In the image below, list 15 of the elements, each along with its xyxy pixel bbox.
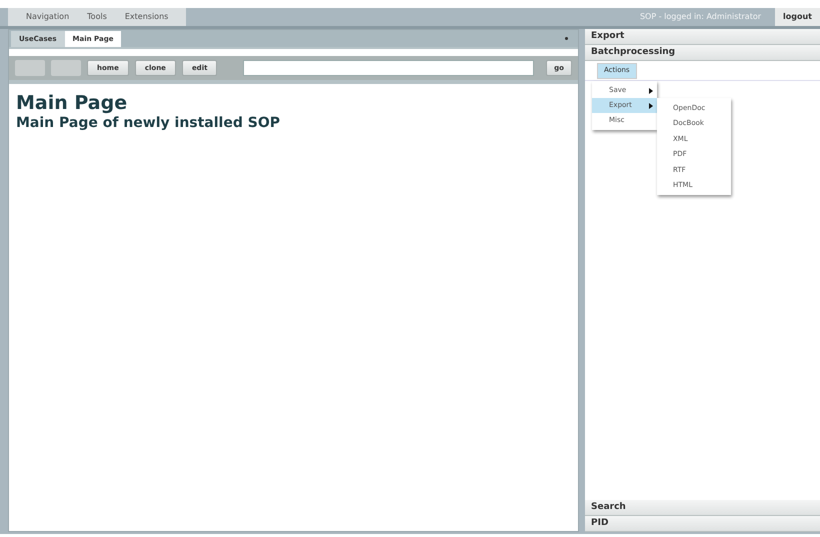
menu-item[interactable]: Tools	[87, 11, 107, 23]
section-header[interactable]: Batchprocessing	[585, 45, 820, 61]
login-status: SOP - logged in: Administrator	[640, 11, 762, 23]
submenu-arrow-icon	[649, 88, 653, 94]
submenu-arrow-icon	[649, 102, 653, 108]
menu-item[interactable]: Navigation	[26, 11, 70, 23]
page-subtitle: Main Page of newly installed SOP	[16, 114, 281, 132]
section-header[interactable]: Export	[585, 29, 820, 45]
address-field[interactable]	[243, 60, 534, 76]
section-header[interactable]: PID	[585, 516, 820, 532]
page-title: Main Page	[16, 92, 128, 114]
menu-item[interactable]: Extensions	[124, 11, 168, 23]
logout-button[interactable]: logout	[775, 8, 820, 26]
section-header[interactable]: Search	[585, 500, 820, 516]
dropdown-icon[interactable]	[565, 37, 568, 40]
